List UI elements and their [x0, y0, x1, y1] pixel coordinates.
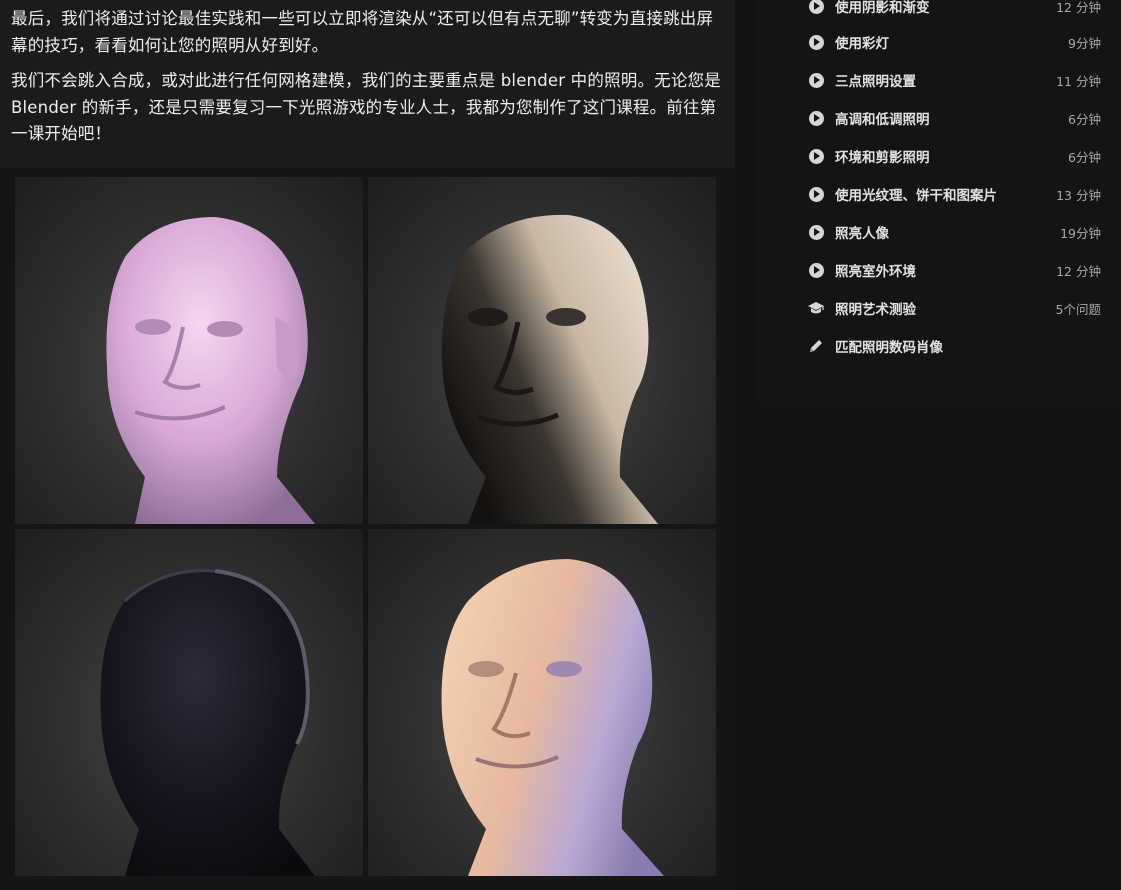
lesson-duration: 12 分钟	[1056, 0, 1101, 15]
lighting-gallery	[15, 177, 717, 879]
lesson-title: 环境和剪影照明	[835, 150, 930, 166]
play-icon	[807, 223, 825, 241]
lesson-item[interactable]: 照亮人像 19分钟	[807, 219, 1101, 245]
play-icon	[807, 71, 825, 89]
play-icon	[807, 109, 825, 127]
page: 最后，我们将通过讨论最佳实践和一些可以立即将渲染从“还可以但有点无聊”转变为直接…	[0, 0, 1121, 890]
description-paragraph: 我们不会跳入合成，或对此进行任何网格建模，我们的主要重点是 blender 中的…	[11, 71, 721, 143]
lesson-duration: 6分钟	[1068, 149, 1101, 165]
lesson-title: 使用彩灯	[835, 36, 889, 52]
lesson-duration: 6分钟	[1068, 111, 1101, 127]
gallery-image-side-lit-head[interactable]	[368, 177, 716, 524]
lesson-duration: 5个问题	[1055, 301, 1101, 317]
play-icon	[807, 33, 825, 51]
lesson-title: 使用光纹理、饼干和图案片	[835, 188, 997, 204]
lesson-title: 照亮室外环境	[835, 264, 916, 280]
play-icon	[807, 147, 825, 165]
lesson-item[interactable]: 三点照明设置 11 分钟	[807, 67, 1101, 93]
lesson-title: 使用阴影和渐变	[835, 0, 930, 16]
lesson-item[interactable]: 使用光纹理、饼干和图案片 13 分钟	[807, 181, 1101, 207]
lesson-item[interactable]: 环境和剪影照明 6分钟	[807, 143, 1101, 169]
gallery-image-pink-lit-head[interactable]	[15, 177, 363, 524]
lesson-item[interactable]: 使用阴影和渐变 12 分钟	[807, 0, 1101, 19]
play-icon	[807, 185, 825, 203]
course-description: 最后，我们将通过讨论最佳实践和一些可以立即将渲染从“还可以但有点无聊”转变为直接…	[0, 0, 735, 168]
description-paragraph: 最后，我们将通过讨论最佳实践和一些可以立即将渲染从“还可以但有点无聊”转变为直接…	[11, 9, 714, 55]
lesson-item[interactable]: 照亮室外环境 12 分钟	[807, 257, 1101, 283]
warm-cool-lit-head-render	[441, 559, 664, 876]
lesson-title: 高调和低调照明	[835, 112, 930, 128]
lesson-duration: 12 分钟	[1056, 263, 1101, 279]
lesson-title: 照亮人像	[835, 226, 889, 242]
pink-lit-head-render	[106, 217, 315, 524]
course-description-column: 最后，我们将通过讨论最佳实践和一些可以立即将渲染从“还可以但有点无聊”转变为直接…	[0, 0, 735, 890]
side-lit-head-render	[441, 214, 658, 524]
gallery-image-dark-rim-lit-head[interactable]	[15, 529, 363, 876]
lesson-item[interactable]: 使用彩灯 9分钟	[807, 29, 1101, 55]
gallery-image-warm-cool-lit-head[interactable]	[368, 529, 716, 876]
play-icon	[807, 0, 825, 15]
lesson-title: 三点照明设置	[835, 74, 916, 90]
lesson-item[interactable]: 匹配照明数码肖像	[807, 333, 1101, 359]
dark-rim-lit-head-render	[100, 568, 315, 876]
graduation-cap-icon	[807, 299, 825, 317]
lesson-duration: 11 分钟	[1056, 73, 1101, 89]
lesson-item[interactable]: 照明艺术测验 5个问题	[807, 295, 1101, 321]
lesson-list: 使用阴影和渐变 12 分钟 使用彩灯 9分钟 三点照明设置 11 分钟 高调和低…	[755, 0, 1121, 406]
lesson-duration: 13 分钟	[1056, 187, 1101, 203]
pencil-icon	[807, 337, 825, 355]
lesson-duration: 9分钟	[1068, 35, 1101, 51]
lesson-item[interactable]: 高调和低调照明 6分钟	[807, 105, 1101, 131]
lesson-title: 匹配照明数码肖像	[835, 340, 943, 356]
play-icon	[807, 261, 825, 279]
lesson-duration: 19分钟	[1060, 225, 1101, 241]
lesson-title: 照明艺术测验	[835, 302, 916, 318]
